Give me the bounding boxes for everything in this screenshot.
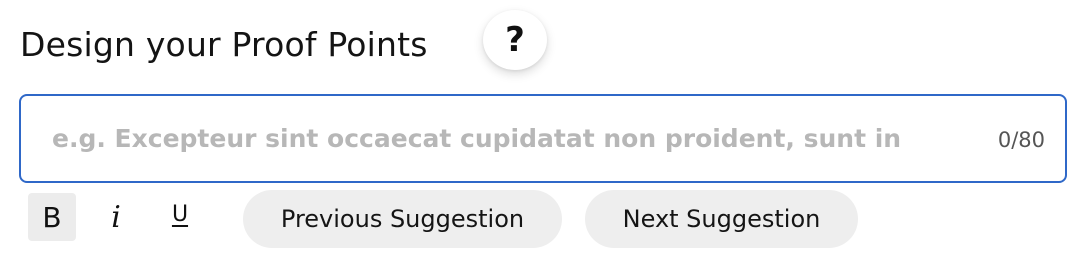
previous-suggestion-button[interactable]: Previous Suggestion	[243, 190, 562, 248]
underline-icon: U	[171, 201, 189, 227]
proof-point-input-container[interactable]: 0/80	[19, 94, 1067, 183]
next-suggestion-label: Next Suggestion	[622, 205, 821, 233]
help-button[interactable]: ?	[483, 10, 547, 70]
character-counter: 0/80	[997, 128, 1045, 152]
underline-button[interactable]: U	[156, 193, 204, 241]
bold-button[interactable]: B	[28, 193, 76, 241]
question-mark-icon: ?	[505, 20, 525, 60]
next-suggestion-button[interactable]: Next Suggestion	[585, 190, 858, 248]
title-row: Design your Proof Points	[20, 14, 428, 74]
bold-icon: B	[42, 200, 62, 234]
page-title: Design your Proof Points	[20, 24, 428, 64]
previous-suggestion-label: Previous Suggestion	[280, 205, 525, 233]
proof-point-input[interactable]	[52, 96, 952, 181]
italic-icon: i	[111, 199, 121, 235]
italic-button[interactable]: i	[92, 193, 140, 241]
